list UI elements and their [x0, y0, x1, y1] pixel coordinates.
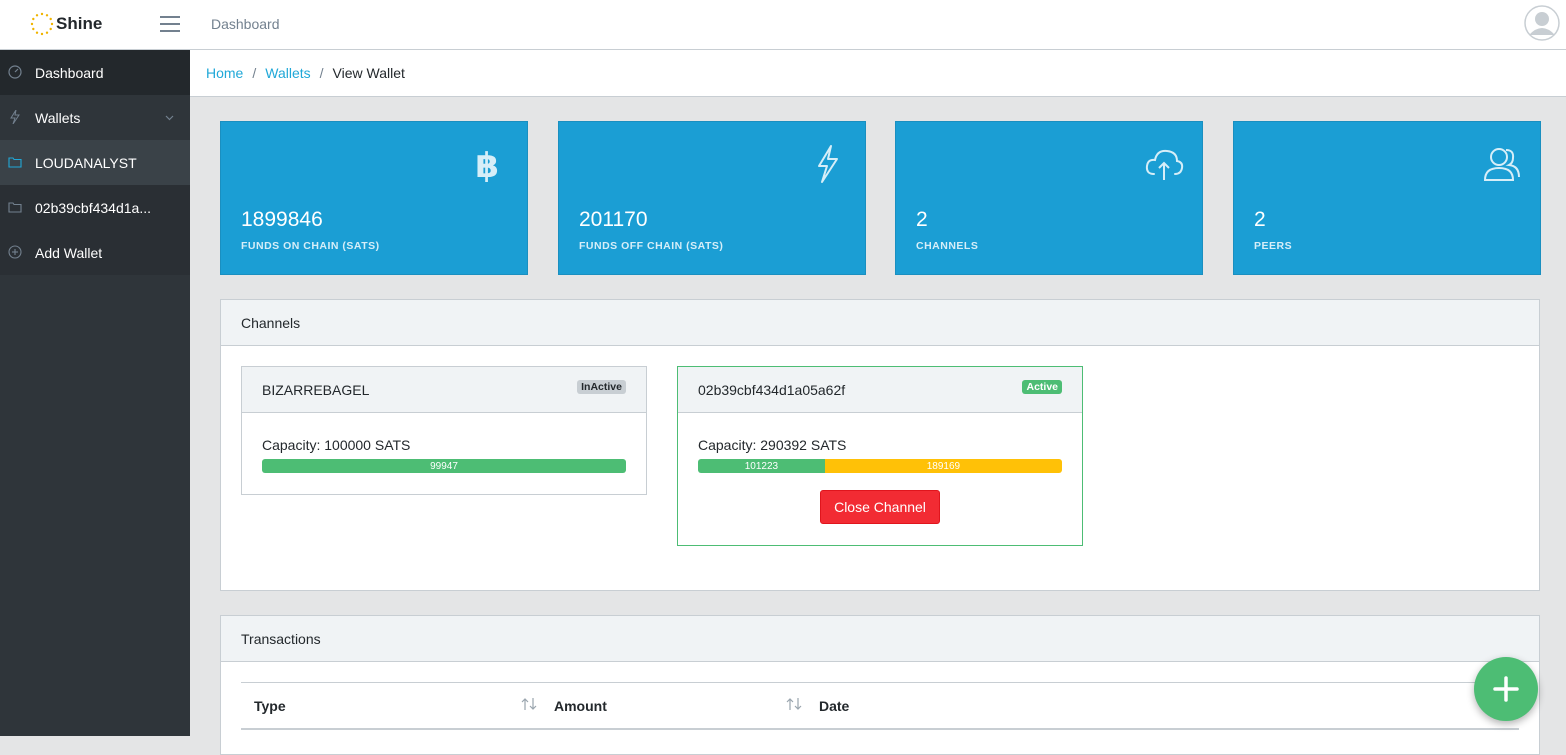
lightning-icon	[818, 145, 838, 183]
sort-icon[interactable]	[521, 697, 537, 711]
folder-icon	[8, 202, 22, 213]
table-header-row: Type Amount Date	[241, 682, 1519, 730]
channel-name: 02b39cbf434d1a05a62f	[698, 381, 846, 398]
sidebar-item-wallet-02b39[interactable]: 02b39cbf434d1a...	[0, 185, 190, 230]
breadcrumb-separator: /	[252, 65, 257, 81]
column-header-date[interactable]: Date	[819, 698, 849, 714]
stat-value: 1899846	[241, 208, 323, 231]
sort-icon[interactable]	[786, 697, 802, 711]
channel-capacity: Capacity: 100000 SATS	[262, 437, 411, 453]
svg-text:฿: ฿	[475, 146, 499, 184]
balance-progress-bar: 99947	[262, 459, 626, 473]
speedometer-icon	[8, 65, 22, 79]
breadcrumb-wallets[interactable]: Wallets	[265, 65, 310, 81]
top-header: Shine Dashboard	[0, 0, 1566, 50]
users-icon	[1483, 148, 1520, 181]
sidebar-item-loudanalyst[interactable]: LOUDANALYST	[0, 140, 190, 185]
sidebar: Dashboard Wallets LOUDANALYST 02b39cbf43…	[0, 50, 190, 736]
status-badge: Active	[1022, 380, 1062, 394]
channels-panel-title: Channels	[221, 300, 1539, 346]
lightning-icon	[10, 110, 20, 124]
remote-balance-segment: 189169	[824, 459, 1062, 473]
stat-card-peers: 2 PEERS	[1233, 121, 1541, 275]
channel-card-bizarrebagel: BIZARREBAGEL InActive Capacity: 100000 S…	[241, 366, 647, 495]
channel-capacity: Capacity: 290392 SATS	[698, 437, 847, 453]
close-channel-button[interactable]: Close Channel	[820, 490, 940, 524]
status-badge: InActive	[577, 380, 626, 394]
sidebar-item-wallets[interactable]: Wallets	[0, 95, 190, 140]
add-fab-button[interactable]	[1474, 657, 1538, 721]
stat-label: PEERS	[1254, 240, 1293, 252]
channels-panel: Channels BIZARREBAGEL InActive Capacity:…	[220, 299, 1540, 591]
sidebar-item-label: Dashboard	[35, 65, 104, 81]
breadcrumb-separator: /	[319, 65, 324, 81]
plus-icon	[1493, 676, 1519, 702]
stat-value: 2	[916, 208, 928, 231]
stat-value: 2	[1254, 208, 1266, 231]
sidebar-item-label: 02b39cbf434d1a...	[35, 200, 151, 216]
transactions-panel: Transactions Type Amount Date	[220, 615, 1540, 755]
column-header-type[interactable]: Type	[254, 698, 286, 714]
local-balance-segment: 99947	[262, 459, 626, 473]
brand-logo[interactable]: Shine	[30, 10, 102, 38]
breadcrumb: Home / Wallets / View Wallet	[190, 50, 1566, 97]
hamburger-menu-icon[interactable]	[160, 15, 180, 33]
breadcrumb-current: View Wallet	[332, 65, 405, 81]
stat-card-funds-off-chain: 201170 FUNDS OFF CHAIN (SATS)	[558, 121, 866, 275]
sidebar-item-add-wallet[interactable]: Add Wallet	[0, 230, 190, 275]
brand-name: Shine	[56, 14, 103, 33]
sidebar-item-dashboard[interactable]: Dashboard	[0, 50, 190, 95]
chevron-down-icon	[165, 115, 174, 121]
sidebar-item-label: LOUDANALYST	[35, 155, 137, 171]
stat-label: FUNDS ON CHAIN (SATS)	[241, 240, 380, 252]
channel-header: 02b39cbf434d1a05a62f Active	[678, 367, 1082, 413]
channel-card-02b39: 02b39cbf434d1a05a62f Active Capacity: 29…	[677, 366, 1083, 546]
header-dashboard-link[interactable]: Dashboard	[211, 16, 280, 32]
channel-name: BIZARREBAGEL	[262, 381, 370, 398]
breadcrumb-home[interactable]: Home	[206, 65, 243, 81]
plus-circle-icon	[8, 245, 22, 259]
local-balance-segment: 101223	[698, 459, 825, 473]
cloud-upload-icon	[1145, 149, 1184, 180]
channel-header: BIZARREBAGEL InActive	[242, 367, 646, 413]
stat-value: 201170	[579, 208, 648, 231]
stat-card-channels: 2 CHANNELS	[895, 121, 1203, 275]
sun-logo-icon	[30, 12, 54, 36]
sidebar-item-label: Wallets	[35, 110, 81, 126]
user-avatar-icon[interactable]	[1524, 5, 1560, 41]
stat-label: FUNDS OFF CHAIN (SATS)	[579, 240, 724, 252]
column-header-amount[interactable]: Amount	[554, 698, 607, 714]
stat-label: CHANNELS	[916, 240, 979, 252]
balance-progress-bar: 101223 189169	[698, 459, 1062, 473]
folder-icon	[8, 157, 22, 168]
sidebar-item-label: Add Wallet	[35, 245, 103, 261]
bitcoin-icon: ฿	[475, 146, 499, 184]
transactions-panel-title: Transactions	[221, 616, 1539, 662]
stat-card-funds-on-chain: ฿ 1899846 FUNDS ON CHAIN (SATS)	[220, 121, 528, 275]
